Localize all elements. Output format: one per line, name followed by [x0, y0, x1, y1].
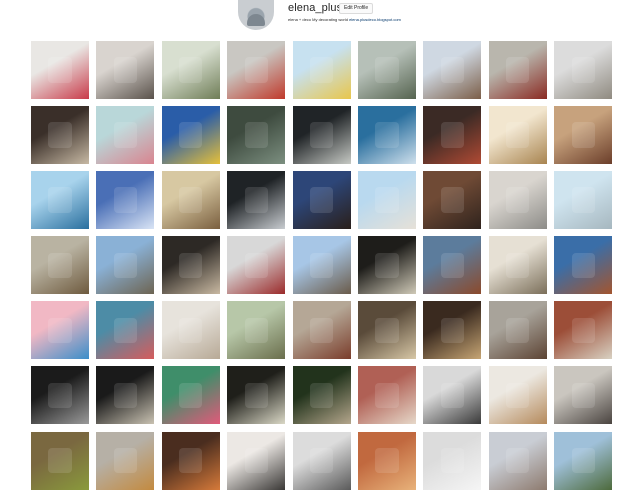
- profile-header: elena_plusdeco Edit Profile elena + deco…: [0, 0, 640, 36]
- photo-tile[interactable]: [31, 301, 89, 360]
- photo-tile[interactable]: [96, 366, 155, 425]
- photo-tile[interactable]: [31, 366, 89, 425]
- photo-tile[interactable]: [31, 236, 89, 295]
- photo-tile[interactable]: [96, 106, 155, 165]
- photo-tile[interactable]: [292, 301, 351, 360]
- photo-grid: [31, 41, 613, 490]
- photo-tile[interactable]: [227, 366, 286, 425]
- photo-tile[interactable]: [423, 106, 482, 165]
- photo-tile[interactable]: [357, 431, 416, 490]
- photo-tile[interactable]: [96, 431, 155, 490]
- photo-tile[interactable]: [161, 431, 220, 490]
- profile-bio: elena + deco My decorating world elena.p…: [288, 17, 401, 22]
- edit-profile-button[interactable]: Edit Profile: [339, 3, 374, 14]
- photo-tile[interactable]: [488, 431, 547, 490]
- photo-tile[interactable]: [161, 301, 220, 360]
- photo-tile[interactable]: [488, 301, 547, 360]
- photo-tile[interactable]: [292, 236, 351, 295]
- photo-tile[interactable]: [227, 236, 286, 295]
- photo-tile[interactable]: [488, 171, 547, 230]
- photo-tile[interactable]: [554, 366, 613, 425]
- photo-tile[interactable]: [292, 431, 351, 490]
- photo-tile[interactable]: [488, 366, 547, 425]
- photo-tile[interactable]: [161, 236, 220, 295]
- photo-tile[interactable]: [357, 171, 416, 230]
- photo-tile[interactable]: [423, 431, 482, 490]
- photo-tile[interactable]: [292, 41, 351, 99]
- photo-tile[interactable]: [96, 41, 155, 99]
- photo-tile[interactable]: [227, 41, 286, 99]
- photo-tile[interactable]: [292, 171, 351, 230]
- photo-tile[interactable]: [227, 431, 286, 490]
- photo-tile[interactable]: [488, 41, 547, 99]
- photo-tile[interactable]: [554, 41, 613, 99]
- photo-tile[interactable]: [31, 431, 89, 490]
- photo-tile[interactable]: [96, 236, 155, 295]
- photo-tile[interactable]: [357, 236, 416, 295]
- photo-tile[interactable]: [161, 171, 220, 230]
- photo-tile[interactable]: [554, 431, 613, 490]
- photo-tile[interactable]: [31, 41, 89, 99]
- photo-tile[interactable]: [357, 41, 416, 99]
- photo-tile[interactable]: [423, 41, 482, 99]
- photo-tile[interactable]: [161, 366, 220, 425]
- photo-tile[interactable]: [96, 301, 155, 360]
- bio-link[interactable]: elena.plusdeco.blogspot.com: [349, 17, 401, 22]
- photo-tile[interactable]: [357, 106, 416, 165]
- photo-tile[interactable]: [161, 106, 220, 165]
- photo-tile[interactable]: [488, 106, 547, 165]
- photo-tile[interactable]: [292, 366, 351, 425]
- bio-text: elena + deco My decorating world: [288, 17, 348, 22]
- photo-tile[interactable]: [554, 301, 613, 360]
- photo-tile[interactable]: [227, 301, 286, 360]
- photo-tile[interactable]: [554, 106, 613, 165]
- photo-tile[interactable]: [227, 106, 286, 165]
- photo-tile[interactable]: [423, 171, 482, 230]
- photo-tile[interactable]: [554, 171, 613, 230]
- profile-avatar[interactable]: [238, 0, 274, 30]
- photo-tile[interactable]: [31, 106, 89, 165]
- photo-tile[interactable]: [227, 171, 286, 230]
- photo-tile[interactable]: [31, 171, 89, 230]
- photo-tile[interactable]: [554, 236, 613, 295]
- photo-tile[interactable]: [292, 106, 351, 165]
- photo-tile[interactable]: [423, 301, 482, 360]
- photo-tile[interactable]: [161, 41, 220, 99]
- photo-tile[interactable]: [423, 236, 482, 295]
- photo-tile[interactable]: [357, 301, 416, 360]
- photo-tile[interactable]: [96, 171, 155, 230]
- photo-tile[interactable]: [488, 236, 547, 295]
- photo-tile[interactable]: [357, 366, 416, 425]
- photo-tile[interactable]: [423, 366, 482, 425]
